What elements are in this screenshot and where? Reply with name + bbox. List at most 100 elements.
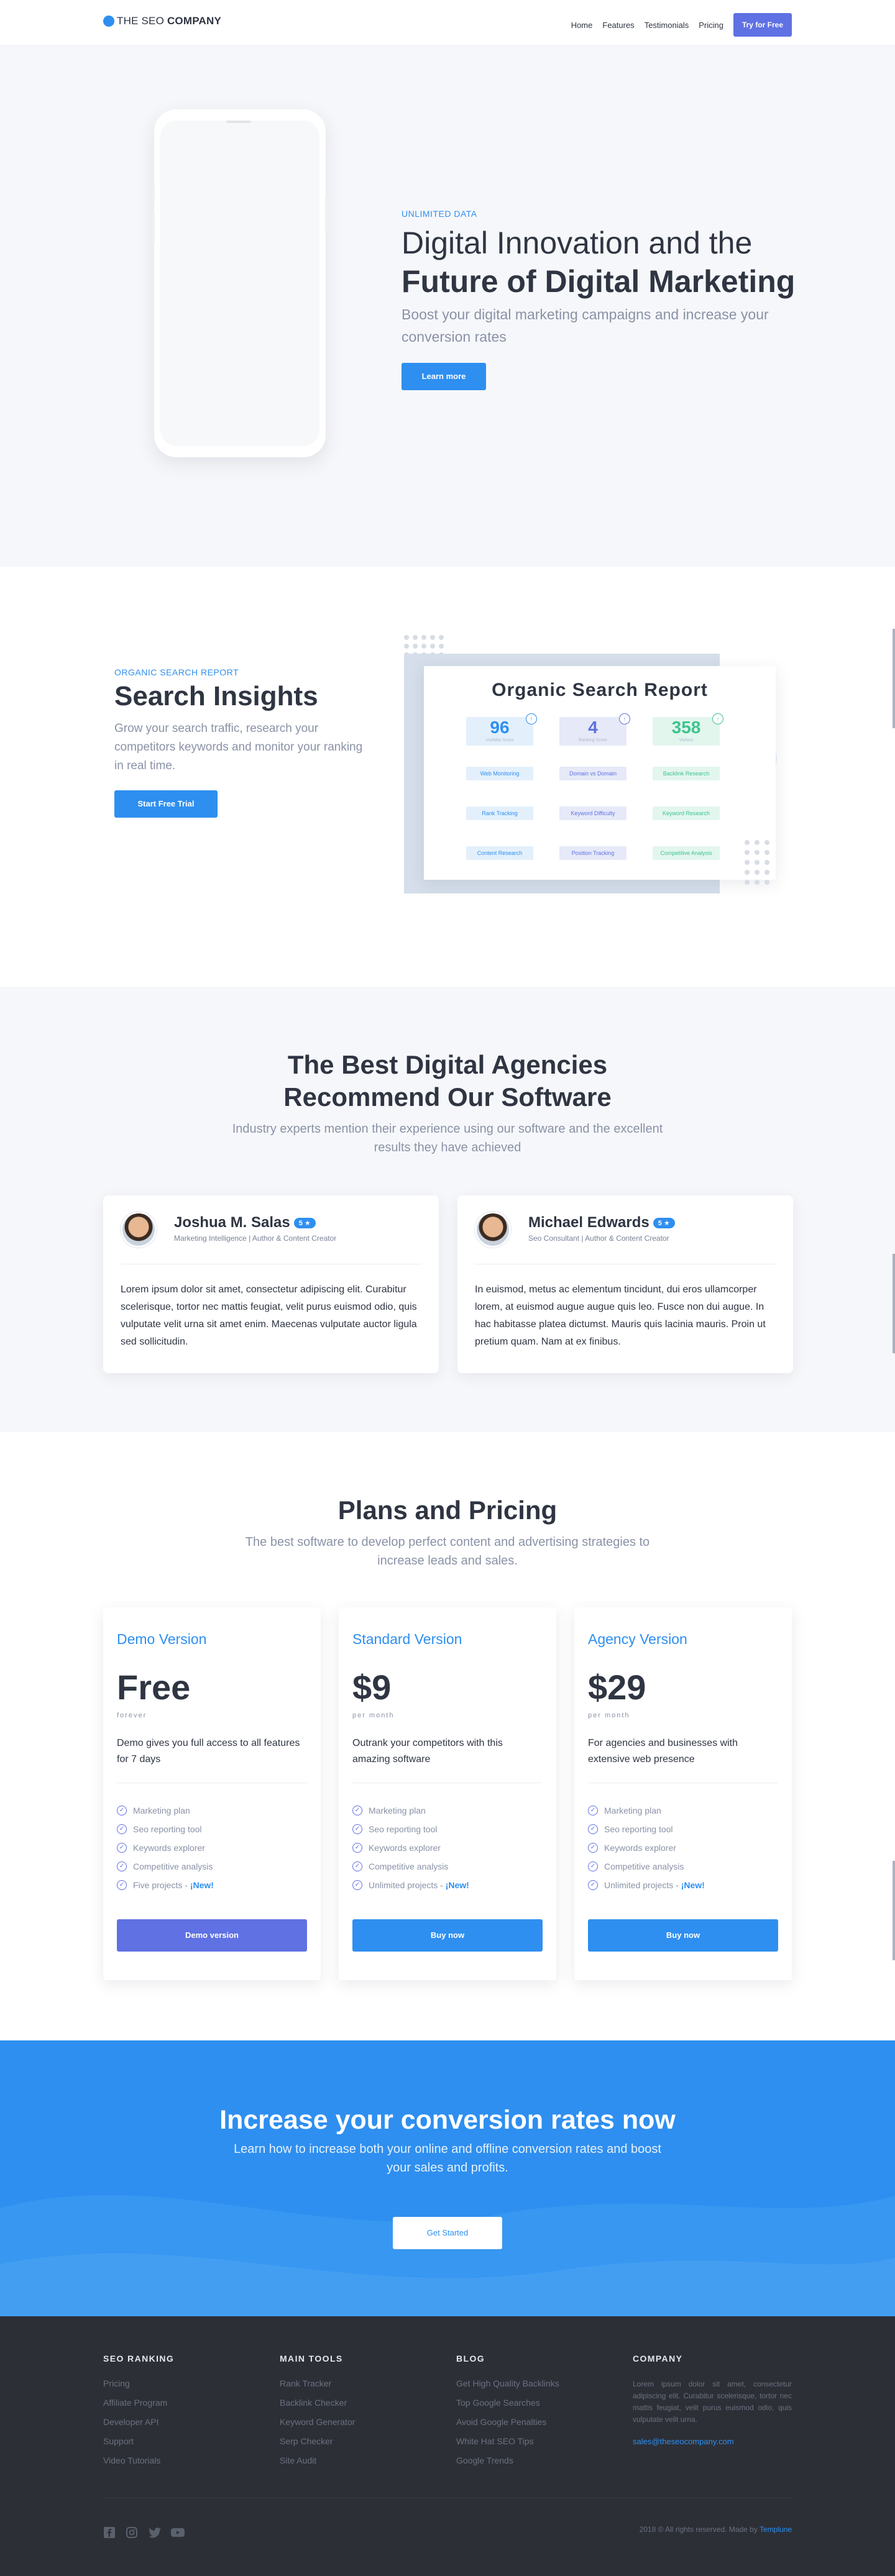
- footer-link[interactable]: Avoid Google Penalties: [456, 2417, 559, 2436]
- plan-features: ✓ Marketing plan ✓ Seo reporting tool ✓ Key…: [352, 1801, 469, 1894]
- testimonials-section: The Best Digital Agencies Recommend Our …: [0, 987, 895, 1432]
- phone-mockup: [152, 109, 328, 457]
- feature-item: ✓ Competitive analysis: [352, 1857, 469, 1876]
- site-footer: SEO RANKING Pricing Affiliate Program De…: [0, 2316, 895, 2576]
- plan-description: Demo gives you full access to all featur…: [117, 1738, 300, 1765]
- footer-link[interactable]: Rank Tracker: [280, 2378, 355, 2398]
- report-chip: Position Tracking: [559, 846, 626, 860]
- footer-column-main-tools: MAIN TOOLS Rank Tracker Backlink Checker…: [280, 2354, 355, 2475]
- arrow-up-icon: ↑: [619, 713, 630, 724]
- get-started-button[interactable]: Get Started: [393, 2217, 502, 2249]
- footer-link[interactable]: Affiliate Program: [103, 2398, 174, 2417]
- cta-section: Increase your conversion rates now Learn…: [0, 2040, 895, 2316]
- hero-title-bold: Future of Digital Marketing: [402, 264, 796, 299]
- plan-name: Demo Version: [117, 1631, 207, 1647]
- decor-dot-grid: [745, 840, 774, 890]
- footer-link[interactable]: Pricing: [103, 2378, 174, 2398]
- footer-link[interactable]: Get High Quality Backlinks: [456, 2378, 559, 2398]
- footer-column-company: COMPANY Lorem ipsum dolor sit amet, cons…: [633, 2354, 792, 2456]
- avatar: [121, 1212, 157, 1248]
- footer-link[interactable]: Developer API: [103, 2417, 174, 2436]
- check-icon: ✓: [588, 1861, 598, 1871]
- phone-button: [152, 212, 155, 244]
- footer-column-blog: BLOG Get High Quality Backlinks Top Goog…: [456, 2354, 559, 2475]
- nav-link-features[interactable]: Features: [602, 21, 634, 30]
- plan-card-agency: Agency Version $29 per month For agencie…: [574, 1607, 792, 1980]
- plan-price: $9: [352, 1668, 392, 1707]
- plan-features: ✓ Marketing plan ✓ Seo reporting tool ✓ Key…: [588, 1801, 705, 1894]
- wave-background: [0, 2195, 895, 2316]
- learn-more-button[interactable]: Learn more: [402, 363, 486, 390]
- footer-link[interactable]: White Hat SEO Tips: [456, 2436, 559, 2455]
- hero-section: UNLIMITED DATA Digital Innovation and th…: [0, 46, 895, 567]
- nav-link-home[interactable]: Home: [571, 21, 593, 30]
- footer-link[interactable]: Google Trends: [456, 2455, 559, 2475]
- footer-link[interactable]: Top Google Searches: [456, 2398, 559, 2417]
- plan-description: Outrank your competitors with this amazi…: [352, 1738, 503, 1765]
- plan-description: For agencies and businesses with extensi…: [588, 1738, 738, 1765]
- hero-eyebrow: UNLIMITED DATA: [402, 209, 477, 219]
- start-free-trial-button[interactable]: Start Free Trial: [114, 790, 218, 818]
- company-description: Lorem ipsum dolor sit amet, consectetur …: [633, 2380, 792, 2424]
- made-by-link[interactable]: Templune: [760, 2525, 792, 2534]
- check-icon: ✓: [588, 1880, 598, 1890]
- plan-period: forever: [117, 1712, 147, 1719]
- plan-card-demo: Demo Version Free forever Demo gives you…: [103, 1607, 321, 1980]
- buy-now-button[interactable]: Buy now: [352, 1919, 543, 1952]
- check-icon: ✓: [117, 1880, 127, 1890]
- plan-period: per month: [588, 1712, 630, 1719]
- demo-version-button[interactable]: Demo version: [117, 1919, 307, 1952]
- try-for-free-button[interactable]: Try for Free: [733, 13, 792, 37]
- twitter-icon[interactable]: [148, 2526, 162, 2539]
- report-chip: Keyword Research: [653, 806, 720, 820]
- report-card: Organic Search Report 96 Visibility Scor…: [424, 666, 776, 880]
- hero-title: Digital Innovation and the Future of Dig…: [402, 224, 837, 301]
- feature-item: ✓ Competitive analysis: [588, 1857, 705, 1876]
- facebook-icon[interactable]: [103, 2526, 117, 2539]
- footer-column-title: BLOG: [456, 2354, 485, 2364]
- footer-column-title: SEO RANKING: [103, 2354, 175, 2364]
- stat-ranking: 4 Ranking Score ↑: [559, 713, 630, 746]
- cta-title: Increase your conversion rates now: [219, 2105, 676, 2135]
- instagram-icon[interactable]: [126, 2526, 139, 2539]
- new-badge: ¡New!: [681, 1880, 705, 1890]
- footer-link[interactable]: Video Tutorials: [103, 2455, 174, 2475]
- site-logo[interactable]: THE SEO COMPANY: [103, 15, 221, 27]
- footer-link[interactable]: Support: [103, 2436, 174, 2455]
- feature-item: ✓ Marketing plan: [117, 1801, 214, 1820]
- stat-label: Visitors: [679, 738, 694, 742]
- stat-label: Ranking Score: [579, 738, 607, 742]
- footer-link[interactable]: Serp Checker: [280, 2436, 355, 2455]
- testimonial-card: Michael Edwards 5 ★ Seo Consultant | Auth…: [457, 1195, 793, 1373]
- avatar: [475, 1212, 511, 1248]
- youtube-icon[interactable]: [170, 2526, 185, 2539]
- stat-visibility: 96 Visibility Score ↑: [466, 713, 537, 746]
- plan-price: $29: [588, 1668, 646, 1707]
- feature-item: ✓ Keywords explorer: [588, 1838, 705, 1857]
- company-email-link[interactable]: sales@theseocompany.com: [633, 2437, 792, 2456]
- check-icon: ✓: [588, 1806, 598, 1816]
- testimonial-name: Michael Edwards 5 ★: [528, 1214, 675, 1231]
- testimonial-role: Seo Consultant | Author & Content Creato…: [528, 1234, 669, 1243]
- pricing-subtitle: The best software to develop perfect con…: [245, 1535, 650, 1568]
- nav-link-pricing[interactable]: Pricing: [699, 21, 723, 30]
- feature-item: ✓ Marketing plan: [588, 1801, 705, 1820]
- buy-now-button[interactable]: Buy now: [588, 1919, 778, 1952]
- hero-title-light: Digital Innovation and the: [402, 226, 753, 260]
- footer-link[interactable]: Backlink Checker: [280, 2398, 355, 2417]
- nav-link-testimonials[interactable]: Testimonials: [645, 21, 689, 30]
- footer-link[interactable]: Keyword Generator: [280, 2417, 355, 2436]
- check-icon: ✓: [352, 1843, 362, 1853]
- phone-speaker: [226, 121, 251, 123]
- plan-features: ✓ Marketing plan ✓ Seo reporting tool ✓ Key…: [117, 1801, 214, 1894]
- plan-name: Standard Version: [352, 1631, 462, 1647]
- check-icon: ✓: [117, 1861, 127, 1871]
- footer-link[interactable]: Site Audit: [280, 2455, 355, 2475]
- stat-value: 358: [671, 718, 701, 737]
- check-icon: ✓: [588, 1824, 598, 1834]
- phone-screen: [160, 121, 319, 446]
- rating-badge: 5 ★: [293, 1218, 316, 1229]
- nav-links: Home Features Testimonials Pricing Try f…: [571, 13, 792, 37]
- testimonials-title: The Best Digital Agencies Recommend Our …: [283, 1050, 612, 1112]
- insights-eyebrow: ORGANIC SEARCH REPORT: [114, 667, 239, 677]
